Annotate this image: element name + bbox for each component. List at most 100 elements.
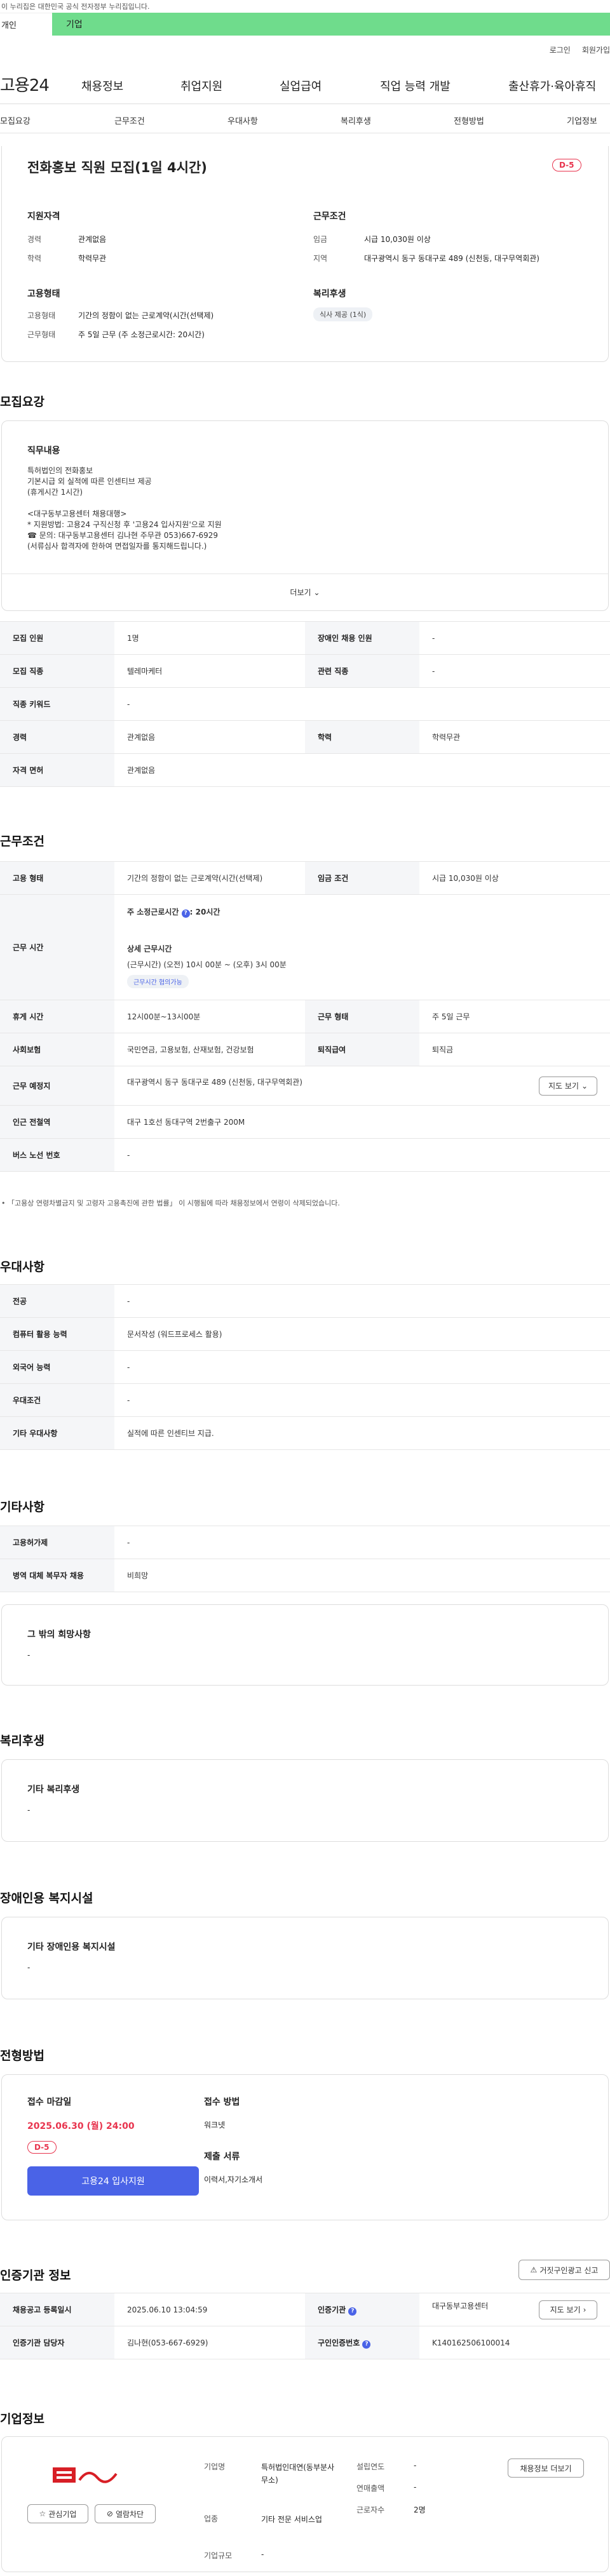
name-value: 특허법인대연(동부분사무소) — [261, 2463, 335, 2485]
disab-section-title: 장애인용 복지시설 — [0, 1891, 93, 1905]
anchor-selection[interactable]: 전형방법 — [454, 114, 484, 126]
cell-value: - — [114, 1383, 610, 1417]
table-row: 기타 우대사항 실적에 따른 인센티브 지급. — [0, 1416, 610, 1450]
chevron-down-icon: ⌄ — [581, 1081, 588, 1090]
anchor-conditions[interactable]: 근무조건 — [114, 114, 145, 126]
recruit-section-title: 모집요강 — [0, 395, 44, 409]
cell-value: K140162506100014 — [419, 2326, 610, 2359]
loc-value: 대구광역시 동구 동대구로 489 (신천동, 대구무역회관) — [364, 254, 539, 263]
cell-label: 근무 형태 — [305, 1000, 419, 1033]
nav-maternity-leave[interactable]: 출산휴가·육아휴직 — [508, 77, 596, 94]
company-logo — [50, 2461, 120, 2489]
weekly-hours-value: 20시간 — [195, 908, 220, 916]
apply-button-label: 고용24 입사지원 — [81, 2177, 145, 2187]
job-desc-title: 직무내용 — [27, 446, 60, 456]
cell-label: 구인인증번호 ? — [305, 2326, 419, 2359]
map-button[interactable]: 지도 보기 ⌄ — [539, 1076, 597, 1096]
cell-value: 1명 — [114, 621, 305, 655]
cell-value: 김나현(053-667-6929) — [114, 2326, 305, 2359]
cell-label: 병역 대체 복무자 채용 — [0, 1559, 114, 1592]
table-row: 인증기관 담당자 김나현(053-667-6929) 구인인증번호 ? K140162… — [0, 2326, 610, 2359]
welfare-card: 기타 복리후생 - — [1, 1759, 609, 1842]
company-card: ☆ 관심기업 ⊘ 열람차단 기업명 특허법인대연(동부분사무소) 업종 기타 전문 … — [1, 2436, 609, 2572]
nav-vocational-training[interactable]: 직업 능력 개발 — [380, 77, 451, 94]
recruit-table: 모집 인원 1명 장애인 채용 인원 - 모집 직종 텔레마케터 관련 직종 - 직종 키워… — [0, 621, 610, 787]
table-row: 고용 형태 기간의 정함이 없는 근로계약(시간(선택제) 임금 조건 시급 10,0… — [0, 861, 610, 895]
cond-title: 근무조건 — [313, 211, 346, 222]
auth-no-label: 구인인증번호 — [318, 2338, 360, 2347]
summary-card: 전화홍보 직원 모집(1일 4시간) D-5 지원자격 경력 관계없음 학력 학… — [1, 146, 609, 362]
agency-map-button[interactable]: 지도 보기 › — [539, 2300, 597, 2319]
block-icon: ⊘ — [106, 2509, 113, 2518]
site-logo[interactable]: 고용24 — [0, 72, 50, 96]
cell-label: 채용공고 등록일시 — [0, 2293, 114, 2326]
anchor-recruit[interactable]: 모집요강 — [0, 114, 30, 126]
table-row: 버스 노선 번호 - — [0, 1138, 610, 1172]
cell-label: 모집 인원 — [0, 621, 114, 655]
conditions-section-title: 근무조건 — [0, 835, 44, 849]
job-title: 전화홍보 직원 모집(1일 4시간) — [27, 160, 207, 175]
cell-label: 버스 노선 번호 — [0, 1138, 114, 1172]
weekly-hours-label: 주 소정근로시간 — [127, 908, 179, 916]
cell-label: 외국어 능력 — [0, 1350, 114, 1384]
disab-card-title: 기타 장애인용 복지시설 — [27, 1942, 116, 1952]
cell-value: - — [419, 621, 610, 655]
etc-table: 고용허가제 - 병역 대체 복무자 채용 비희망 — [0, 1526, 610, 1592]
flex-tag: 근무시간 협의가능 — [127, 975, 189, 988]
emptype-label: 고용형태 — [27, 311, 56, 320]
cell-value: 퇴직금 — [419, 1033, 610, 1066]
info-icon[interactable]: ? — [362, 2340, 371, 2349]
cell-label: 자격 면허 — [0, 753, 114, 787]
info-icon[interactable]: ? — [181, 909, 190, 918]
cell-label: 인증기관 ? — [305, 2293, 419, 2326]
welfare-title: 복리후생 — [313, 289, 346, 299]
method-value: 워크넷 — [204, 2121, 226, 2130]
worktime-label: 근무형태 — [27, 330, 56, 339]
cell-value: - — [114, 1350, 610, 1384]
nav-unemployment-benefit[interactable]: 실업급여 — [280, 77, 322, 94]
disab-card-value: - — [27, 1963, 30, 1972]
anchor-nav: 모집요강 근무조건 우대사항 복리후생 전형방법 기업정보 — [0, 104, 610, 133]
cell-value: 시급 10,030원 이상 — [419, 861, 610, 895]
detail-time-value: (근무시간) (오전) 10시 00분 ~ (오후) 3시 00분 — [127, 960, 287, 969]
cell-label: 임금 조건 — [305, 861, 419, 895]
nav-employment-support[interactable]: 취업지원 — [180, 77, 222, 94]
job-desc-line: 특허법인의 전화홍보 — [27, 466, 93, 475]
cell-label: 기타 우대사항 — [0, 1416, 114, 1450]
nav-jobs[interactable]: 채용정보 — [81, 77, 123, 94]
anchor-preference[interactable]: 우대사항 — [227, 114, 258, 126]
job-desc-line — [27, 498, 222, 509]
join-link[interactable]: 회원가입 — [582, 44, 610, 55]
tab-company[interactable]: 기업 — [52, 18, 83, 30]
tab-person[interactable]: 개인 — [0, 13, 52, 36]
fav-company-button[interactable]: ☆ 관심기업 — [27, 2504, 88, 2523]
cell-label: 인근 전철역 — [0, 1105, 114, 1139]
cell-label: 휴게 시간 — [0, 1000, 114, 1033]
chevron-right-icon: › — [583, 2305, 586, 2314]
main-nav: 고용24 채용정보 취업지원 실업급여 직업 능력 개발 출산휴가·육아휴직 — [0, 64, 610, 104]
block-button[interactable]: ⊘ 열람차단 — [95, 2504, 156, 2523]
alert-icon: ⚠ — [530, 2265, 538, 2274]
login-link[interactable]: 로그인 — [550, 44, 571, 55]
cell-value: 실적에 따른 인센티브 지급. — [114, 1416, 610, 1450]
table-row: 직종 키워드 - — [0, 687, 610, 721]
chevron-down-icon: ⌄ — [313, 587, 320, 597]
anchor-company[interactable]: 기업정보 — [567, 114, 597, 126]
table-row: 고용허가제 - — [0, 1526, 610, 1559]
company-jobs-button[interactable]: 채용정보 더보기 — [508, 2459, 584, 2478]
place-value: 대구광역시 동구 동대구로 489 (신천동, 대구무역회관) — [127, 1077, 302, 1087]
deadline-label: 접수 마감일 — [27, 2097, 72, 2107]
year-label: 설립연도 — [356, 2462, 385, 2471]
cell-value: 기간의 정함이 없는 근로계약(시간(선택제) — [114, 861, 305, 895]
industry-label: 업종 — [204, 2514, 219, 2523]
cell-value: - — [114, 687, 610, 721]
company-section-title: 기업정보 — [0, 2412, 44, 2426]
report-button[interactable]: ⚠ 거짓구인광고 신고 — [518, 2260, 610, 2280]
age-note: • 「고용상 연령차별금지 및 고령자 고용촉진에 관한 법률」 이 시행됨에 … — [1, 1199, 340, 1207]
agency-label: 인증기관 — [318, 2305, 346, 2314]
info-icon[interactable]: ? — [348, 2307, 357, 2316]
cell-value: 2025.06.10 13:04:59 — [114, 2293, 305, 2326]
apply-button[interactable]: 고용24 입사지원 — [27, 2166, 199, 2196]
anchor-welfare[interactable]: 복리후생 — [341, 114, 371, 126]
more-button[interactable]: 더보기 ⌄ — [2, 574, 608, 610]
